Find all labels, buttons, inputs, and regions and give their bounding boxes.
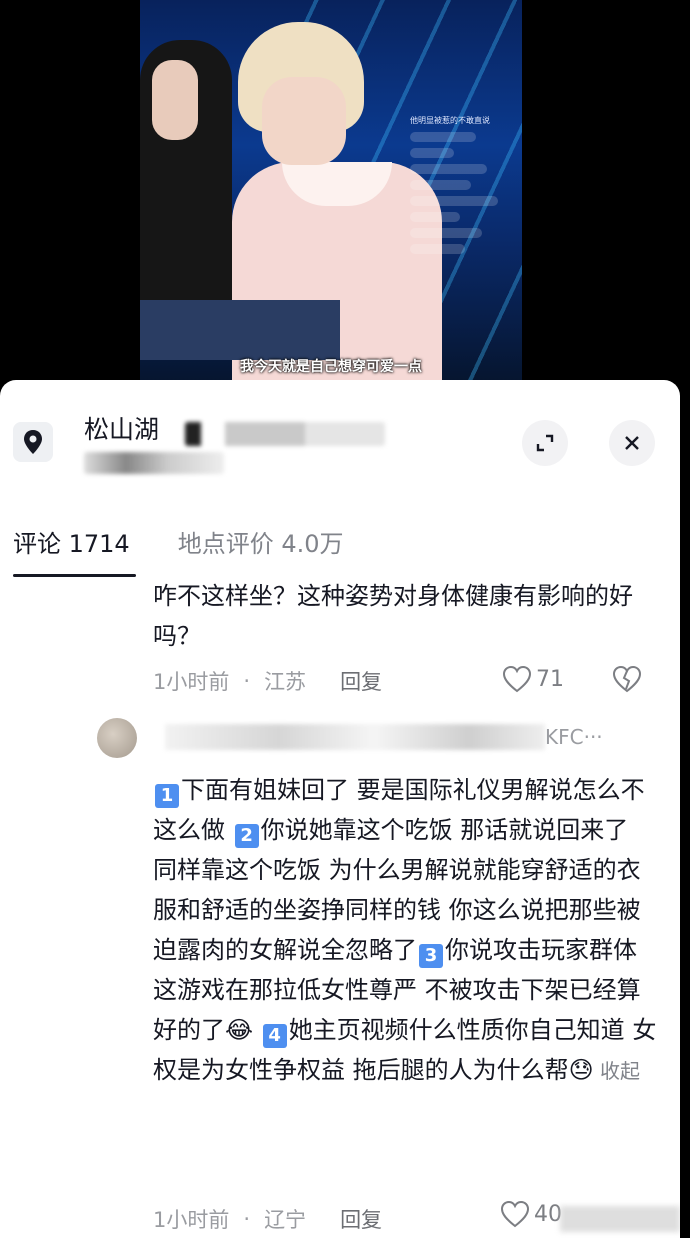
avatar[interactable] — [97, 718, 137, 758]
number-emoji-1: 1 — [155, 784, 179, 808]
blurred-place-subtitle — [84, 452, 224, 474]
dislike-button[interactable] — [612, 665, 642, 697]
emoji: 😂 — [225, 1016, 254, 1044]
comment-segment — [253, 1016, 261, 1044]
comment-meta: 1小时前 · 辽宁 回复 — [153, 1204, 382, 1234]
comment-text: 咋不这样坐？这种姿势对身体健康有影响的好吗？ — [153, 582, 633, 650]
close-button[interactable] — [609, 420, 655, 466]
reply-button[interactable]: 回复 — [340, 1204, 382, 1234]
reply-button[interactable]: 回复 — [340, 666, 382, 696]
comment-time: 1小时前 — [153, 1208, 230, 1232]
live-chat-overlay: 他明显被惹的不敢直说 — [410, 115, 520, 315]
comment-time: 1小时前 — [153, 670, 230, 694]
number-emoji-2: 2 — [234, 824, 259, 848]
video-subtitle: 我今天就是自己想穿可爱一点 — [240, 359, 422, 375]
blurred-place-detail — [185, 422, 385, 446]
screenshot-root: 他明显被惹的不敢直说 我今天就是自己想穿可爱一点 松山湖 评论 1714 地点评… — [0, 0, 690, 1238]
expand-icon — [536, 434, 554, 452]
place-name: 松山湖 — [84, 415, 160, 444]
like-count: 71 — [536, 666, 564, 692]
emoji: 😓 — [568, 1056, 594, 1084]
watermark-blur — [560, 1206, 680, 1232]
blurred-username — [165, 724, 545, 750]
desk-decoration — [140, 300, 340, 360]
like-button[interactable]: 71 — [502, 665, 564, 693]
tab-active-indicator — [13, 574, 136, 577]
heart-icon — [500, 1200, 530, 1228]
expand-button[interactable] — [522, 420, 568, 466]
person-left-figure — [140, 40, 232, 340]
comment-meta: 1小时前 · 江苏 回复 — [153, 666, 382, 696]
meta-separator: · — [243, 669, 251, 693]
like-button[interactable]: 40 — [500, 1200, 562, 1228]
comment-region: 辽宁 — [264, 1208, 307, 1232]
meta-separator: · — [243, 1207, 251, 1231]
collapse-button[interactable]: 收起 — [594, 1059, 640, 1083]
chat-overlay-title: 他明显被惹的不敢直说 — [410, 116, 490, 125]
number-emoji-4: 4 — [262, 1024, 287, 1048]
comment-region: 江苏 — [264, 670, 307, 694]
number-emoji-3: 3 — [419, 944, 443, 968]
broken-heart-icon — [612, 665, 642, 693]
like-count: 40 — [534, 1201, 562, 1227]
tab-comments[interactable]: 评论 1714 — [13, 524, 130, 559]
username-tail[interactable]: KFC··· — [545, 725, 665, 749]
close-icon — [625, 436, 639, 450]
video-player[interactable]: 他明显被惹的不敢直说 我今天就是自己想穿可爱一点 — [140, 0, 522, 382]
heart-icon — [502, 665, 532, 693]
tab-place-reviews[interactable]: 地点评价 4.0万 — [178, 524, 344, 559]
location-comment-sheet: 松山湖 评论 1714 地点评价 4.0万 咋不这样坐？这种姿势对身体健康有影响… — [0, 380, 680, 1238]
comment-text-long: 1 下面有姐妹回了 要是国际礼仪男解说怎么不这么做 2 你说她靠这个吃饭 那话就说回… — [153, 770, 658, 1091]
location-pin-icon — [13, 422, 53, 462]
sheet-tabs: 评论 1714 地点评价 4.0万 — [13, 524, 344, 559]
